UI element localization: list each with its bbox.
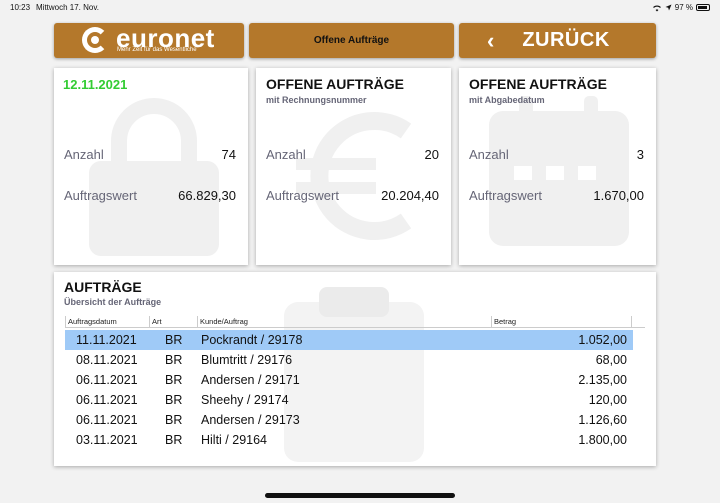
- orders-subtitle: Übersicht der Aufträge: [64, 297, 162, 307]
- wifi-icon: [652, 5, 661, 11]
- battery-icon: [696, 4, 710, 11]
- row-art: BR: [165, 413, 183, 427]
- table-row[interactable]: 11.11.2021 BR Pockrandt / 29178 1.052,00: [65, 330, 633, 350]
- row-amount: 68,00: [595, 353, 627, 367]
- row-amount: 1.126,60: [578, 413, 627, 427]
- row-customer: Pockrandt / 29178: [201, 333, 303, 347]
- table-header: Auftragsdatum Art Kunde/Auftrag Betrag: [65, 316, 645, 328]
- count-value: 20: [424, 147, 439, 162]
- card-date: 12.11.2021: [63, 77, 128, 92]
- row-date: 06.11.2021: [76, 373, 138, 387]
- row-amount: 1.052,00: [578, 333, 627, 347]
- card-subtitle: mit Rechnungsnummer: [266, 95, 367, 105]
- chevron-left-icon: ‹: [487, 27, 495, 53]
- card-subtitle: mit Abgabedatum: [469, 95, 545, 105]
- back-button[interactable]: ‹ ZURÜCK: [459, 23, 656, 58]
- status-bar: 10:23 Mittwoch 17. Nov. 97 %: [0, 0, 720, 16]
- column-header-art[interactable]: Art: [149, 316, 197, 328]
- home-indicator[interactable]: [265, 493, 455, 498]
- row-art: BR: [165, 373, 183, 387]
- count-label: Anzahl: [266, 147, 306, 162]
- logo-tagline: Mehr Zeit für das Wesentliche: [117, 47, 197, 53]
- table-row[interactable]: 06.11.2021 BR Andersen / 29173 1.126,60: [65, 410, 633, 430]
- count-value: 3: [636, 147, 644, 162]
- table-row[interactable]: 06.11.2021 BR Andersen / 29171 2.135,00: [65, 370, 633, 390]
- count-label: Anzahl: [64, 147, 104, 162]
- row-customer: Blumtritt / 29176: [201, 353, 293, 367]
- euro-icon: [296, 112, 412, 240]
- logo-mark-icon: [82, 27, 108, 53]
- status-time: 10:23: [10, 3, 31, 12]
- table-row[interactable]: 06.11.2021 BR Sheehy / 29174 120,00: [65, 390, 633, 410]
- row-customer: Andersen / 29171: [201, 373, 300, 387]
- table-row[interactable]: 08.11.2021 BR Blumtritt / 29176 68,00: [65, 350, 633, 370]
- order-value: 20.204,40: [381, 188, 439, 203]
- table-row[interactable]: 03.11.2021 BR Hilti / 29164 1.800,00: [65, 430, 633, 450]
- column-header-spacer: [631, 316, 645, 328]
- status-date: Mittwoch 17. Nov.: [36, 3, 99, 12]
- value-label: Auftragswert: [266, 188, 339, 203]
- calendar-icon: [489, 96, 629, 246]
- card-open-orders-invoice[interactable]: OFFENE AUFTRÄGE mit Rechnungsnummer Anza…: [256, 68, 451, 265]
- column-header-date[interactable]: Auftragsdatum: [65, 316, 149, 328]
- value-label: Auftragswert: [64, 188, 137, 203]
- row-art: BR: [165, 333, 183, 347]
- card-title: OFFENE AUFTRÄGE: [469, 76, 607, 92]
- orders-title: AUFTRÄGE: [64, 279, 142, 295]
- row-date: 03.11.2021: [76, 433, 138, 447]
- row-art: BR: [165, 353, 183, 367]
- value-label: Auftragswert: [469, 188, 542, 203]
- row-art: BR: [165, 393, 183, 407]
- order-value: 1.670,00: [593, 188, 644, 203]
- row-amount: 120,00: [588, 393, 627, 407]
- row-customer: Andersen / 29173: [201, 413, 300, 427]
- euronet-logo: euronet Mehr Zeit für das Wesentliche: [54, 23, 244, 58]
- row-date: 11.11.2021: [76, 333, 137, 347]
- battery-percent: 97 %: [674, 3, 693, 12]
- row-amount: 2.135,00: [578, 373, 627, 387]
- row-date: 06.11.2021: [76, 393, 138, 407]
- location-icon: [665, 4, 672, 11]
- row-date: 08.11.2021: [76, 353, 138, 367]
- order-value: 66.829,30: [178, 188, 236, 203]
- page-title: Offene Aufträge: [249, 23, 454, 58]
- orders-table-body[interactable]: 11.11.2021 BR Pockrandt / 29178 1.052,00…: [65, 330, 633, 456]
- count-label: Anzahl: [469, 147, 509, 162]
- row-art: BR: [165, 433, 183, 447]
- card-open-orders-date[interactable]: 12.11.2021 Anzahl 74 Auftragswert 66.829…: [54, 68, 248, 265]
- row-date: 06.11.2021: [76, 413, 138, 427]
- row-customer: Sheehy / 29174: [201, 393, 289, 407]
- card-title: OFFENE AUFTRÄGE: [266, 76, 404, 92]
- lock-icon: [89, 98, 219, 256]
- count-value: 74: [221, 147, 236, 162]
- back-label: ZURÜCK: [522, 29, 610, 51]
- card-open-orders-deadline[interactable]: OFFENE AUFTRÄGE mit Abgabedatum Anzahl 3…: [459, 68, 656, 265]
- column-header-amount[interactable]: Betrag: [491, 316, 631, 328]
- row-customer: Hilti / 29164: [201, 433, 268, 447]
- column-header-customer[interactable]: Kunde/Auftrag: [197, 316, 491, 328]
- orders-panel: AUFTRÄGE Übersicht der Aufträge Auftrags…: [54, 272, 656, 466]
- row-amount: 1.800,00: [578, 433, 627, 447]
- status-indicators: 97 %: [652, 3, 710, 12]
